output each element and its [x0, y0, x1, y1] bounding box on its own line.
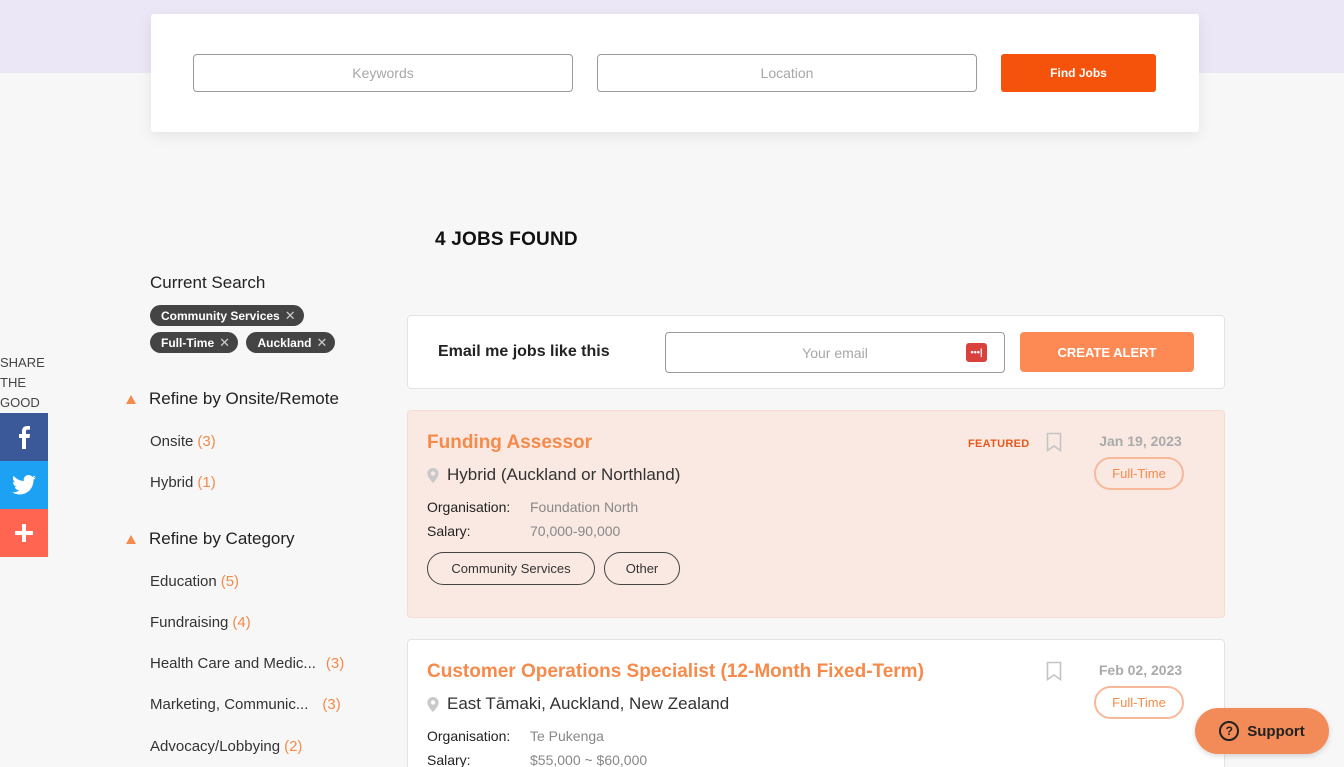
- meta-value: Te Pukenga: [530, 728, 604, 744]
- refine-category-title: Refine by Category: [149, 529, 295, 548]
- filter-count: (3): [322, 696, 341, 713]
- bookmark-icon[interactable]: [1046, 432, 1062, 452]
- chip-label: Full-Time: [161, 335, 215, 350]
- filter-count: (3): [197, 433, 216, 450]
- filter-hybrid[interactable]: Hybrid (1): [150, 474, 216, 491]
- job-location: Hybrid (Auckland or Northland): [427, 465, 680, 485]
- job-salary: Salary: $55,000 ~ $60,000: [427, 752, 647, 767]
- filter-label: Hybrid: [150, 474, 194, 491]
- current-search-label: Current Search: [150, 273, 266, 292]
- twitter-share-button[interactable]: [0, 461, 48, 509]
- email-field-wrapper: •••|: [665, 332, 1005, 373]
- keywords-input[interactable]: [193, 54, 573, 92]
- filter-label: Education: [150, 573, 217, 590]
- filter-count: (4): [232, 614, 251, 631]
- job-card[interactable]: Customer Operations Specialist (12-Month…: [407, 639, 1225, 767]
- find-jobs-button[interactable]: Find Jobs: [1001, 54, 1156, 92]
- filter-health-care[interactable]: Health Care and Medic... (3): [150, 655, 344, 672]
- category-chip[interactable]: Community Services: [427, 552, 595, 585]
- job-location-text: Hybrid (Auckland or Northland): [447, 465, 681, 484]
- filter-count: (5): [220, 573, 240, 590]
- current-search-chips: Community Services ✕ Full-Time ✕ Auckland ✕: [150, 305, 370, 359]
- search-chip[interactable]: Auckland ✕: [246, 332, 336, 353]
- filter-label: Marketing, Communic...: [150, 696, 309, 713]
- filter-label: Fundraising: [150, 614, 229, 631]
- filter-marketing[interactable]: Marketing, Communic... (3): [150, 696, 341, 713]
- share-label-line: THE: [0, 375, 26, 390]
- featured-badge: FEATURED: [968, 438, 1030, 450]
- job-type-pill[interactable]: Full-Time: [1094, 457, 1184, 490]
- twitter-icon: [12, 475, 36, 495]
- job-location-text: East Tāmaki, Auckland, New Zealand: [447, 694, 730, 713]
- category-chip[interactable]: Other: [604, 552, 680, 585]
- chip-label: Auckland: [257, 335, 312, 350]
- close-icon[interactable]: ✕: [285, 308, 296, 324]
- share-label-line: GOOD: [0, 395, 40, 410]
- location-pin-icon: [427, 696, 439, 712]
- meta-label: Salary:: [427, 752, 471, 767]
- filter-label: Advocacy/Lobbying: [150, 738, 281, 755]
- location-input[interactable]: [597, 54, 977, 92]
- job-organisation: Organisation: Te Pukenga: [427, 728, 604, 744]
- chip-label: Community Services: [161, 308, 280, 323]
- job-date: Jan 19, 2023: [1099, 433, 1182, 449]
- job-card[interactable]: Funding Assessor Hybrid (Auckland or Nor…: [407, 410, 1225, 618]
- refine-category-toggle[interactable]: Refine by Category: [126, 529, 295, 549]
- bookmark-icon[interactable]: [1046, 661, 1062, 681]
- plus-icon: [15, 524, 33, 542]
- alert-label: Email me jobs like this: [438, 343, 610, 360]
- filter-advocacy[interactable]: Advocacy/Lobbying (2): [150, 738, 302, 755]
- create-alert-button[interactable]: CREATE ALERT: [1020, 332, 1194, 372]
- job-date: Feb 02, 2023: [1098, 662, 1183, 678]
- filter-count: (1): [197, 474, 216, 491]
- more-share-button[interactable]: [0, 509, 48, 557]
- filter-education[interactable]: Education (5): [150, 573, 239, 590]
- filter-count: (3): [325, 655, 345, 672]
- search-chip[interactable]: Full-Time ✕: [150, 332, 239, 353]
- triangle-icon: [126, 534, 136, 544]
- facebook-icon: [19, 426, 30, 449]
- meta-value: $55,000 ~ $60,000: [530, 752, 648, 767]
- meta-label: Organisation:: [427, 728, 511, 744]
- help-icon: ?: [1219, 721, 1240, 741]
- job-alert-card: Email me jobs like this •••| CREATE ALER…: [407, 315, 1225, 389]
- job-location: East Tāmaki, Auckland, New Zealand: [427, 694, 729, 714]
- job-title[interactable]: Customer Operations Specialist (12-Month…: [427, 661, 924, 683]
- triangle-icon: [126, 394, 136, 404]
- job-title[interactable]: Funding Assessor: [427, 432, 592, 454]
- email-input[interactable]: [690, 333, 980, 372]
- refine-remote-toggle[interactable]: Refine by Onsite/Remote: [126, 389, 339, 409]
- meta-label: Organisation:: [427, 499, 511, 515]
- filter-onsite[interactable]: Onsite (3): [150, 433, 216, 450]
- filter-fundraising[interactable]: Fundraising (4): [150, 614, 251, 631]
- close-icon[interactable]: ✕: [317, 335, 328, 351]
- meta-value: Foundation North: [530, 499, 639, 515]
- share-label: SHARE THE GOOD: [0, 353, 48, 413]
- support-label: Support: [1247, 722, 1305, 740]
- share-label-line: SHARE: [0, 355, 45, 370]
- meta-value: 70,000-90,000: [530, 523, 621, 539]
- location-pin-icon: [427, 467, 439, 483]
- meta-label: Salary:: [427, 523, 471, 539]
- share-bar: SHARE THE GOOD: [0, 353, 48, 557]
- support-button[interactable]: ? Support: [1195, 708, 1329, 754]
- filter-count: (2): [284, 738, 303, 755]
- filter-label: Onsite: [150, 433, 194, 450]
- refine-remote-title: Refine by Onsite/Remote: [149, 389, 339, 408]
- search-card: Find Jobs: [151, 14, 1199, 132]
- password-manager-icon[interactable]: •••|: [966, 343, 987, 362]
- job-type-pill[interactable]: Full-Time: [1094, 686, 1184, 719]
- search-chip[interactable]: Community Services ✕: [150, 305, 304, 326]
- job-organisation: Organisation: Foundation North: [427, 499, 638, 515]
- jobs-found-count: 4 JOBS FOUND: [435, 229, 578, 250]
- close-icon[interactable]: ✕: [219, 335, 230, 351]
- filter-label: Health Care and Medic...: [150, 655, 316, 672]
- facebook-share-button[interactable]: [0, 413, 48, 461]
- job-salary: Salary: 70,000-90,000: [427, 523, 620, 539]
